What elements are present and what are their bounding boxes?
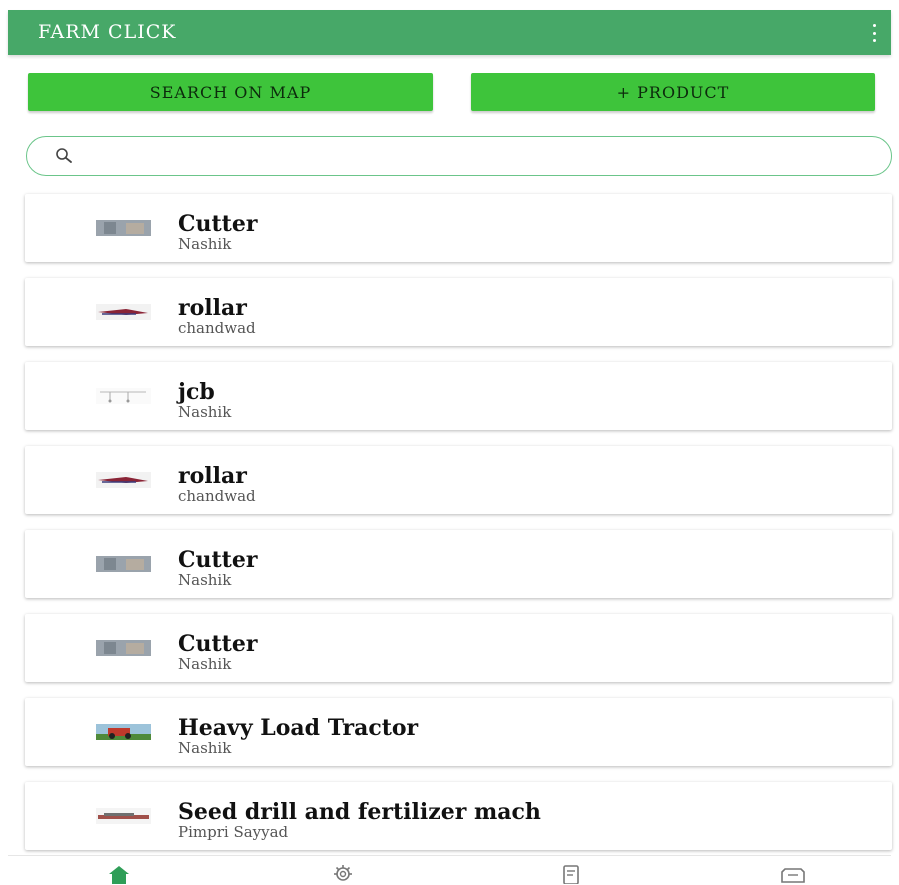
product-card[interactable]: Cutter Nashik [25,614,892,682]
search-icon [56,148,72,163]
product-name: Heavy Load Tractor [178,715,419,741]
product-card[interactable]: rollar chandwad [25,278,892,346]
settings-icon[interactable] [328,862,358,884]
search-on-map-button[interactable]: SEARCH ON MAP [28,73,433,111]
more-vert-icon[interactable] [869,24,879,42]
product-thumbnail [96,220,151,236]
product-name: Cutter [178,211,258,237]
product-name: Cutter [178,631,258,657]
home-icon[interactable] [104,862,134,884]
product-card[interactable]: Cutter Nashik [25,194,892,262]
product-location: chandwad [178,487,256,505]
bottom-navigation [8,855,891,885]
product-thumbnail [96,724,151,740]
search-input[interactable] [83,145,867,169]
app-title: FARM CLICK [38,21,177,43]
product-thumbnail [96,472,151,488]
product-thumbnail [96,304,151,320]
product-card[interactable]: Seed drill and fertilizer mach Pimpri Sa… [25,782,892,850]
search-bar[interactable] [26,136,892,176]
product-name: Cutter [178,547,258,573]
document-icon[interactable] [556,862,586,884]
product-location: Nashik [178,739,232,757]
product-card[interactable]: Cutter Nashik [25,530,892,598]
product-location: Pimpri Sayyad [178,823,289,841]
ticket-icon[interactable] [778,862,808,884]
product-name: rollar [178,295,247,321]
product-thumbnail [96,556,151,572]
product-thumbnail [96,808,151,824]
product-name: rollar [178,463,247,489]
product-name: jcb [178,379,215,405]
product-location: Nashik [178,403,232,421]
product-thumbnail [96,640,151,656]
product-card[interactable]: rollar chandwad [25,446,892,514]
product-name: Seed drill and fertilizer mach [178,799,541,825]
product-thumbnail [96,388,151,404]
product-location: chandwad [178,319,256,337]
product-location: Nashik [178,571,232,589]
app-bar: FARM CLICK [8,10,891,55]
product-card[interactable]: Heavy Load Tractor Nashik [25,698,892,766]
product-location: Nashik [178,235,232,253]
product-card[interactable]: jcb Nashik [25,362,892,430]
product-location: Nashik [178,655,232,673]
add-product-button[interactable]: + PRODUCT [471,73,875,111]
